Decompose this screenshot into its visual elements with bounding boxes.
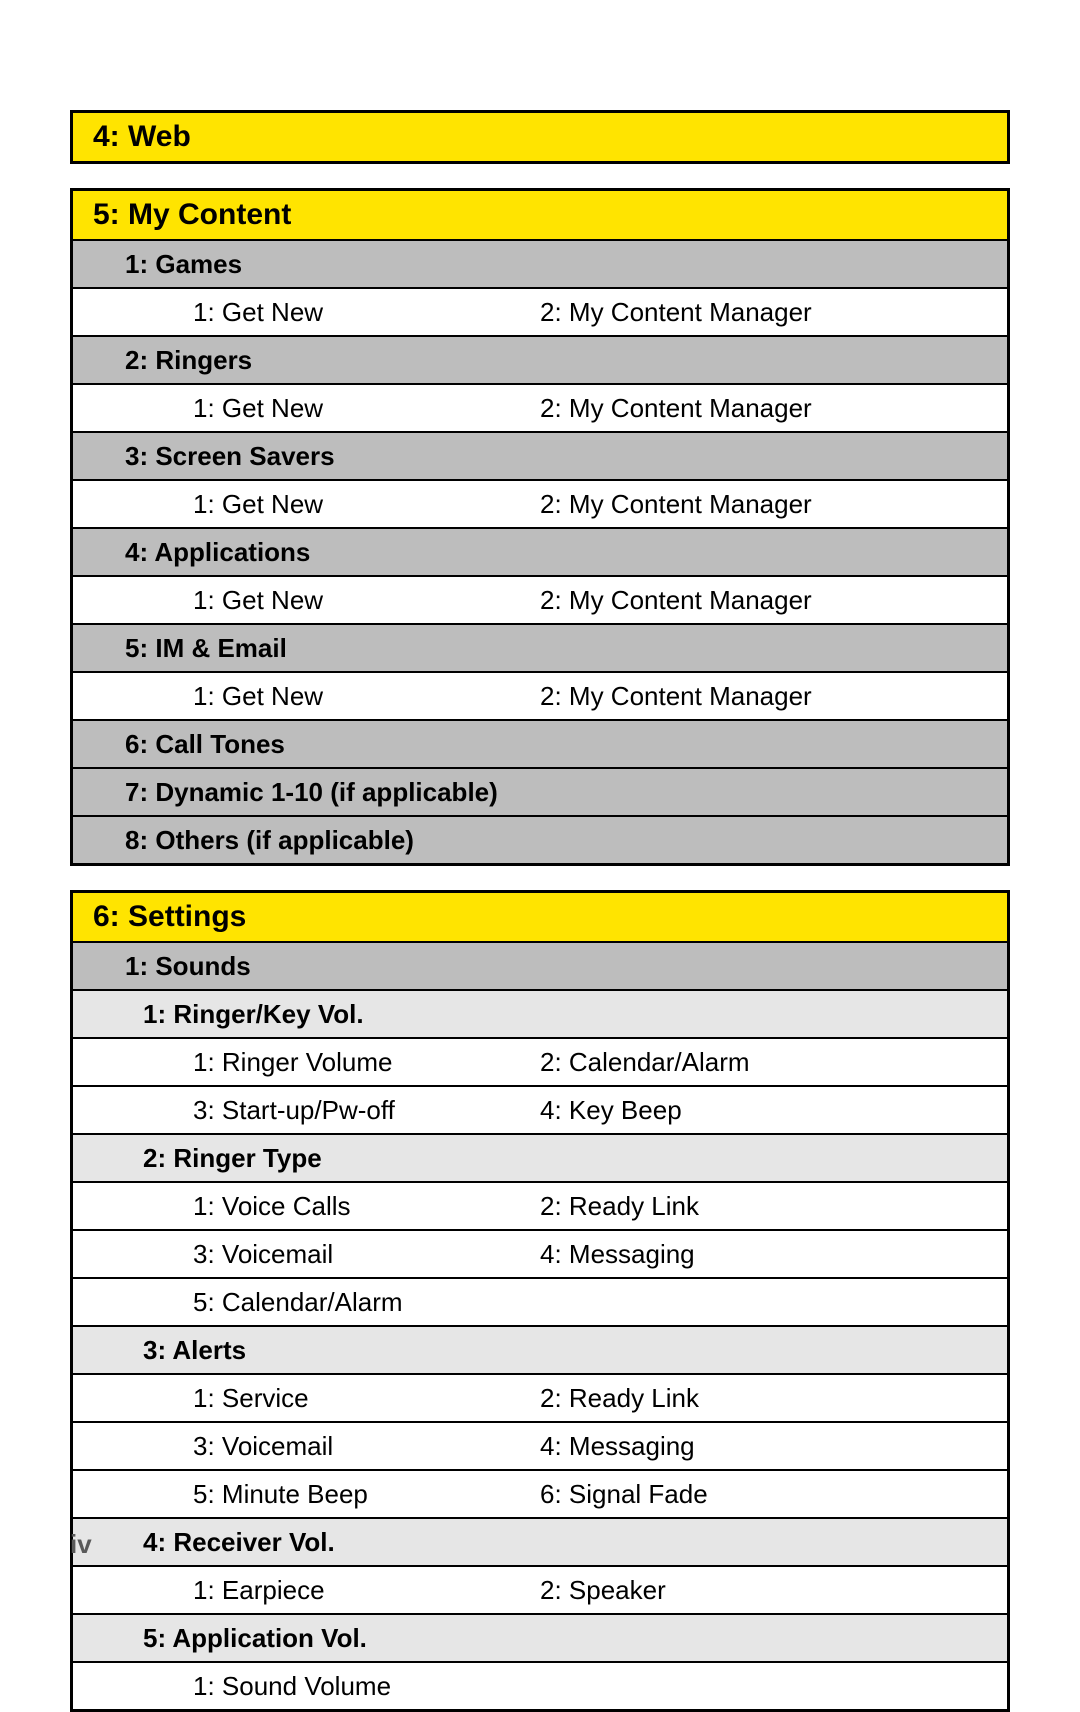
item: 2: Ready Link (540, 1191, 1007, 1222)
sub-application-vol-header: 5: Application Vol. (73, 1613, 1007, 1661)
sub-alerts-row2: 3: Voicemail 4: Messaging (73, 1421, 1007, 1469)
page-number: iv (70, 1529, 92, 1560)
group-im-email-items: 1: Get New 2: My Content Manager (73, 671, 1007, 719)
group-screensavers-items: 1: Get New 2: My Content Manager (73, 479, 1007, 527)
item: 2: Calendar/Alarm (540, 1047, 1007, 1078)
item: 2: My Content Manager (540, 489, 1007, 520)
sub-receiver-vol-header: 4: Receiver Vol. (73, 1517, 1007, 1565)
sub-ringer-type-header: 2: Ringer Type (73, 1133, 1007, 1181)
sub-receiver-vol-row1: 1: Earpiece 2: Speaker (73, 1565, 1007, 1613)
item: 2: Ready Link (540, 1383, 1007, 1414)
sub-alerts-header: 3: Alerts (73, 1325, 1007, 1373)
group-screensavers-header: 3: Screen Savers (73, 431, 1007, 479)
section-settings: 6: Settings 1: Sounds 1: Ringer/Key Vol.… (70, 890, 1010, 1712)
section-settings-header: 6: Settings (73, 893, 1007, 941)
item: 1: Service (73, 1383, 540, 1414)
sub-ringer-type-row1: 1: Voice Calls 2: Ready Link (73, 1181, 1007, 1229)
item: 4: Messaging (540, 1431, 1007, 1462)
page: 4: Web 5: My Content 1: Games 1: Get New… (0, 0, 1080, 1620)
sub-ringer-key-vol-header: 1: Ringer/Key Vol. (73, 989, 1007, 1037)
section-my-content: 5: My Content 1: Games 1: Get New 2: My … (70, 188, 1010, 866)
group-im-email-header: 5: IM & Email (73, 623, 1007, 671)
group-games-header: 1: Games (73, 239, 1007, 287)
group-applications-header: 4: Applications (73, 527, 1007, 575)
section-web: 4: Web (70, 110, 1010, 164)
item: 6: Signal Fade (540, 1479, 1007, 1510)
item: 5: Calendar/Alarm (73, 1287, 540, 1318)
item: 2: Speaker (540, 1575, 1007, 1606)
sub-ringer-type-row2: 3: Voicemail 4: Messaging (73, 1229, 1007, 1277)
item: 1: Get New (73, 393, 540, 424)
item: 1: Ringer Volume (73, 1047, 540, 1078)
item: 4: Messaging (540, 1239, 1007, 1270)
group-ringers-items: 1: Get New 2: My Content Manager (73, 383, 1007, 431)
item: 1: Voice Calls (73, 1191, 540, 1222)
sub-application-vol-row1: 1: Sound Volume (73, 1661, 1007, 1709)
item: 3: Voicemail (73, 1239, 540, 1270)
sub-ringer-key-vol-row2: 3: Start-up/Pw-off 4: Key Beep (73, 1085, 1007, 1133)
item: 3: Voicemail (73, 1431, 540, 1462)
item: 2: My Content Manager (540, 585, 1007, 616)
sub-ringer-type-row3: 5: Calendar/Alarm (73, 1277, 1007, 1325)
group-games-items: 1: Get New 2: My Content Manager (73, 287, 1007, 335)
item: 1: Sound Volume (73, 1671, 540, 1702)
sub-alerts-row3: 5: Minute Beep 6: Signal Fade (73, 1469, 1007, 1517)
group-ringers-header: 2: Ringers (73, 335, 1007, 383)
item: 1: Earpiece (73, 1575, 540, 1606)
sub-alerts-row1: 1: Service 2: Ready Link (73, 1373, 1007, 1421)
group-call-tones-header: 6: Call Tones (73, 719, 1007, 767)
item: 4: Key Beep (540, 1095, 1007, 1126)
sub-ringer-key-vol-row1: 1: Ringer Volume 2: Calendar/Alarm (73, 1037, 1007, 1085)
item: 1: Get New (73, 585, 540, 616)
item: 5: Minute Beep (73, 1479, 540, 1510)
item: 2: My Content Manager (540, 393, 1007, 424)
group-others-header: 8: Others (if applicable) (73, 815, 1007, 863)
item: 3: Start-up/Pw-off (73, 1095, 540, 1126)
group-dynamic-header: 7: Dynamic 1-10 (if applicable) (73, 767, 1007, 815)
item: 1: Get New (73, 297, 540, 328)
group-sounds-header: 1: Sounds (73, 941, 1007, 989)
item: 1: Get New (73, 489, 540, 520)
item: 2: My Content Manager (540, 297, 1007, 328)
item: 1: Get New (73, 681, 540, 712)
group-applications-items: 1: Get New 2: My Content Manager (73, 575, 1007, 623)
section-my-content-header: 5: My Content (73, 191, 1007, 239)
item: 2: My Content Manager (540, 681, 1007, 712)
section-web-header: 4: Web (73, 113, 1007, 161)
